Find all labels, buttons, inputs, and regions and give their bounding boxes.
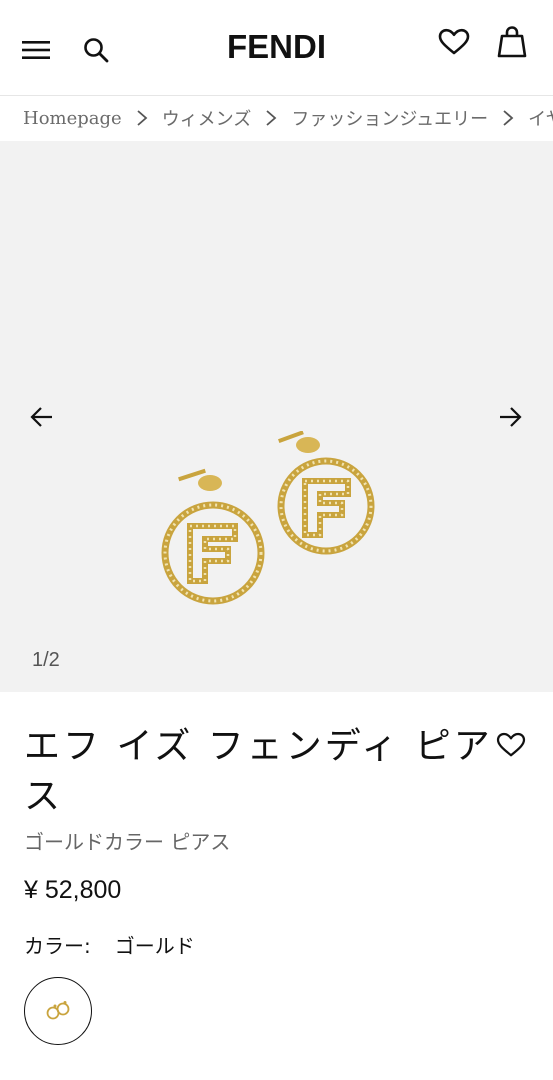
chevron-right-icon xyxy=(251,108,291,128)
earring-thumbnail-icon xyxy=(46,1001,70,1020)
image-counter: 1/2 xyxy=(32,649,60,671)
arrow-right-icon xyxy=(500,407,522,427)
breadcrumb-item-fashion-jewelry[interactable]: ファッションジュエリー xyxy=(291,105,488,131)
header: FENDI xyxy=(0,0,553,96)
product-price: ¥ 52,800 xyxy=(24,876,122,904)
chevron-right-icon xyxy=(488,108,528,128)
earring-left-icon xyxy=(161,468,265,605)
earring-right-icon xyxy=(277,431,375,555)
product-gallery[interactable]: 1/2 xyxy=(0,141,553,692)
heart-icon xyxy=(438,28,470,55)
color-value: ゴールド xyxy=(114,934,195,958)
breadcrumb-item-homepage[interactable]: Homepage xyxy=(23,108,122,129)
previous-image-button[interactable] xyxy=(22,397,62,437)
brand-logo-text[interactable]: FENDI xyxy=(227,28,326,65)
add-to-wishlist-button[interactable] xyxy=(493,728,529,762)
shopping-bag-icon xyxy=(497,26,527,58)
color-selection-row: カラー: ゴールド xyxy=(24,930,195,959)
breadcrumb-item-earrings[interactable]: イヤリ xyxy=(528,105,553,131)
color-label: カラー: xyxy=(24,934,91,958)
breadcrumb-item-womens[interactable]: ウィメンズ xyxy=(162,105,252,131)
arrow-left-icon xyxy=(30,407,52,427)
breadcrumb: Homepage ウィメンズ ファッションジュエリー イヤリ xyxy=(0,96,553,140)
next-image-button[interactable] xyxy=(490,397,530,437)
product-title: エフ イズ フェンディ ピアス xyxy=(24,726,493,817)
color-swatch-gold[interactable] xyxy=(24,977,92,1045)
wishlist-button[interactable] xyxy=(434,24,474,60)
heart-icon xyxy=(496,732,526,757)
shopping-bag-button[interactable] xyxy=(492,22,532,62)
chevron-right-icon xyxy=(122,108,162,128)
product-subtitle: ゴールドカラー ピアス xyxy=(24,830,231,854)
product-image xyxy=(161,431,375,605)
